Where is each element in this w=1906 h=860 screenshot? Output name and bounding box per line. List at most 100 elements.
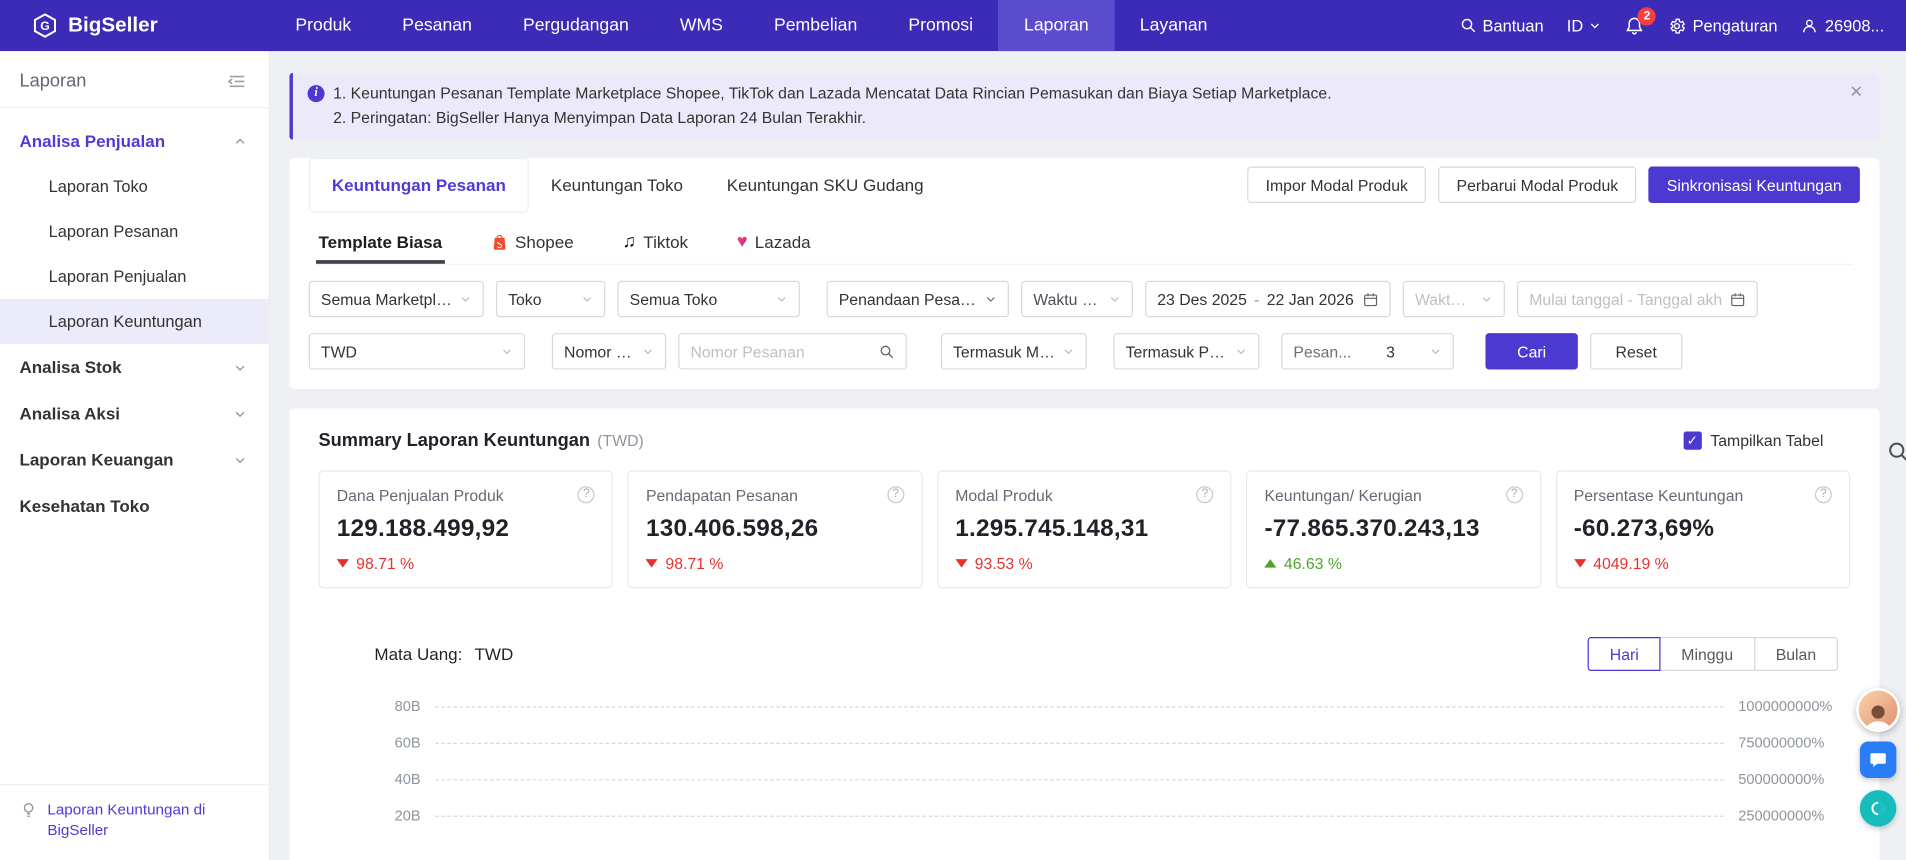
messenger-widget-button[interactable] [1860, 790, 1896, 826]
stat-delta: 98.71 % [356, 554, 414, 572]
chevron-down-icon [1062, 345, 1074, 357]
filter-row-2: TWD Nomor Pes... Termasuk Meli... [309, 333, 1860, 369]
footer-help-link[interactable]: Laporan Keuntungan di BigSeller [47, 800, 249, 841]
termasuk-pesanan-select[interactable]: Termasuk Pes... [1113, 333, 1259, 369]
nav-item-pesanan[interactable]: Pesanan [377, 0, 498, 51]
help-icon[interactable]: ? [1506, 486, 1523, 503]
banner-line-1: 1. Keuntungan Pesanan Template Marketpla… [333, 81, 1332, 105]
tab-keuntungan-sku-gudang[interactable]: Keuntungan SKU Gudang [705, 158, 946, 213]
tab-keuntungan-pesanan[interactable]: Keuntungan Pesanan [309, 158, 529, 213]
settings-link[interactable]: Pengaturan [1668, 16, 1777, 34]
pesanan-count-filter[interactable]: Pesan... [1281, 333, 1454, 369]
perbarui-modal-produk-button[interactable]: Perbarui Modal Produk [1438, 167, 1636, 203]
stat-delta: 93.53 % [975, 554, 1033, 572]
notification-badge: 2 [1638, 7, 1656, 25]
stat-value: 130.406.598,26 [646, 515, 904, 543]
semua-toko-select[interactable]: Semua Toko [618, 281, 800, 317]
period-bulan-button[interactable]: Bulan [1754, 637, 1838, 671]
navbar-right: Bantuan ID 2 Pengaturan [1459, 15, 1884, 36]
chevron-down-icon [1430, 345, 1442, 357]
floating-search-icon[interactable] [1887, 440, 1906, 470]
help-link[interactable]: Bantuan [1459, 16, 1543, 34]
period-hari-button[interactable]: Hari [1588, 637, 1661, 671]
sidebar-section-laporan-keuangan[interactable]: Laporan Keuangan [0, 436, 269, 482]
tab-label: Template Biasa [318, 232, 442, 251]
toko-select[interactable]: Toko [496, 281, 605, 317]
chat-widget-button[interactable] [1860, 742, 1896, 778]
nav-item-pembelian[interactable]: Pembelian [748, 0, 882, 51]
tab-shopee[interactable]: Shopee [488, 220, 576, 264]
nav-item-produk[interactable]: Produk [270, 0, 377, 51]
nav-item-laporan[interactable]: Laporan [999, 0, 1115, 51]
brand-logo[interactable]: G BigSeller [32, 12, 270, 39]
chart-gridline-row: 20B 250000000% [318, 797, 1850, 833]
user-menu[interactable]: 26908... [1801, 16, 1885, 34]
help-label: Bantuan [1483, 16, 1544, 34]
waktu-2-select[interactable]: Waktu ... [1403, 281, 1505, 317]
pesanan-count-input[interactable] [1359, 338, 1423, 365]
nomor-pesanan-type-select[interactable]: Nomor Pes... [552, 333, 666, 369]
sidebar-section-analisa-stok[interactable]: Analisa Stok [0, 344, 269, 390]
waktu-pesanan-select[interactable]: Waktu P... [1021, 281, 1133, 317]
penandaan-pesanan-select[interactable]: Penandaan Pesanan [827, 281, 1009, 317]
sidebar-item-laporan-pesanan[interactable]: Laporan Pesanan [0, 209, 269, 254]
stat-title: Dana Penjualan Produk [337, 486, 504, 504]
chevron-down-icon [776, 293, 788, 305]
import-modal-produk-button[interactable]: Impor Modal Produk [1247, 167, 1426, 203]
sinkronisasi-keuntungan-button[interactable]: Sinkronisasi Keuntungan [1649, 167, 1860, 203]
help-icon[interactable]: ? [578, 486, 595, 503]
chevron-down-icon [1589, 19, 1601, 31]
close-icon[interactable] [1849, 84, 1864, 99]
currency-select[interactable]: TWD [309, 333, 525, 369]
sidebar-item-laporan-penjualan[interactable]: Laporan Penjualan [0, 254, 269, 299]
period-minggu-button[interactable]: Minggu [1659, 637, 1755, 671]
nav-item-pergudangan[interactable]: Pergudangan [497, 0, 654, 51]
sidebar-item-laporan-toko[interactable]: Laporan Toko [0, 164, 269, 209]
sidebar-section-analisa-penjualan[interactable]: Analisa Penjualan [0, 118, 269, 164]
tab-keuntungan-toko[interactable]: Keuntungan Toko [529, 158, 705, 213]
filter-row-1: Semua Marketplace Toko Semua Toko Penand… [309, 281, 1860, 317]
summary-header: Summary Laporan Keuntungan (TWD) Tampilk… [318, 430, 1850, 451]
nav-item-layanan[interactable]: Layanan [1114, 0, 1233, 51]
notifications-button[interactable]: 2 [1625, 15, 1646, 36]
main-content: i 1. Keuntungan Pesanan Template Marketp… [270, 51, 1906, 860]
nav-item-wms[interactable]: WMS [654, 0, 748, 51]
date-range-picker[interactable]: 23 Des 2025 - 22 Jan 2026 [1145, 281, 1391, 317]
summary-title: Summary Laporan Keuntungan [318, 430, 590, 451]
sidebar-section-analisa-aksi[interactable]: Analisa Aksi [0, 390, 269, 436]
collapse-sidebar-icon[interactable] [227, 72, 246, 89]
chart-currency-label: Mata Uang: [374, 644, 462, 663]
section-label: Analisa Aksi [19, 404, 120, 423]
gear-icon [1668, 16, 1686, 34]
nav-item-promosi[interactable]: Promosi [883, 0, 999, 51]
secondary-date-range-input[interactable] [1529, 290, 1722, 308]
help-icon[interactable]: ? [1196, 486, 1213, 503]
left-axis-label: 80B [318, 698, 420, 715]
marketplace-select[interactable]: Semua Marketplace [309, 281, 484, 317]
tab-tiktok[interactable]: ♫ Tiktok [620, 220, 691, 264]
stat-card-keuntungan-kerugian: Keuntungan/ Kerugian ? -77.865.370.243,1… [1246, 470, 1541, 588]
reset-button[interactable]: Reset [1590, 333, 1682, 369]
tiktok-icon: ♫ [622, 231, 636, 252]
termasuk-meliputi-select[interactable]: Termasuk Meli... [941, 333, 1087, 369]
selected-value: Termasuk Pes... [1126, 342, 1228, 360]
help-icon[interactable]: ? [1815, 486, 1832, 503]
secondary-date-range-picker[interactable] [1517, 281, 1758, 317]
chevron-down-icon [642, 345, 654, 357]
help-icon[interactable]: ? [887, 486, 904, 503]
tab-lazada[interactable]: ♥ Lazada [734, 220, 813, 264]
settings-label: Pengaturan [1693, 16, 1778, 34]
tampilkan-tabel-checkbox[interactable] [1684, 432, 1702, 450]
language-selector[interactable]: ID [1567, 16, 1602, 34]
sidebar-section-kesehatan-toko[interactable]: Kesehatan Toko [0, 483, 269, 529]
support-avatar[interactable] [1856, 688, 1900, 732]
show-table-toggle[interactable]: Tampilkan Tabel [1684, 432, 1824, 450]
stat-delta: 98.71 % [665, 554, 723, 572]
arrow-down-icon [955, 559, 967, 568]
tab-template-biasa[interactable]: Template Biasa [316, 220, 444, 264]
nomor-pesanan-search[interactable] [678, 333, 907, 369]
cari-button[interactable]: Cari [1485, 333, 1577, 369]
left-axis-label: 40B [318, 771, 420, 788]
nomor-pesanan-input[interactable] [690, 342, 871, 360]
sidebar-item-laporan-keuntungan[interactable]: Laporan Keuntungan [0, 299, 269, 344]
